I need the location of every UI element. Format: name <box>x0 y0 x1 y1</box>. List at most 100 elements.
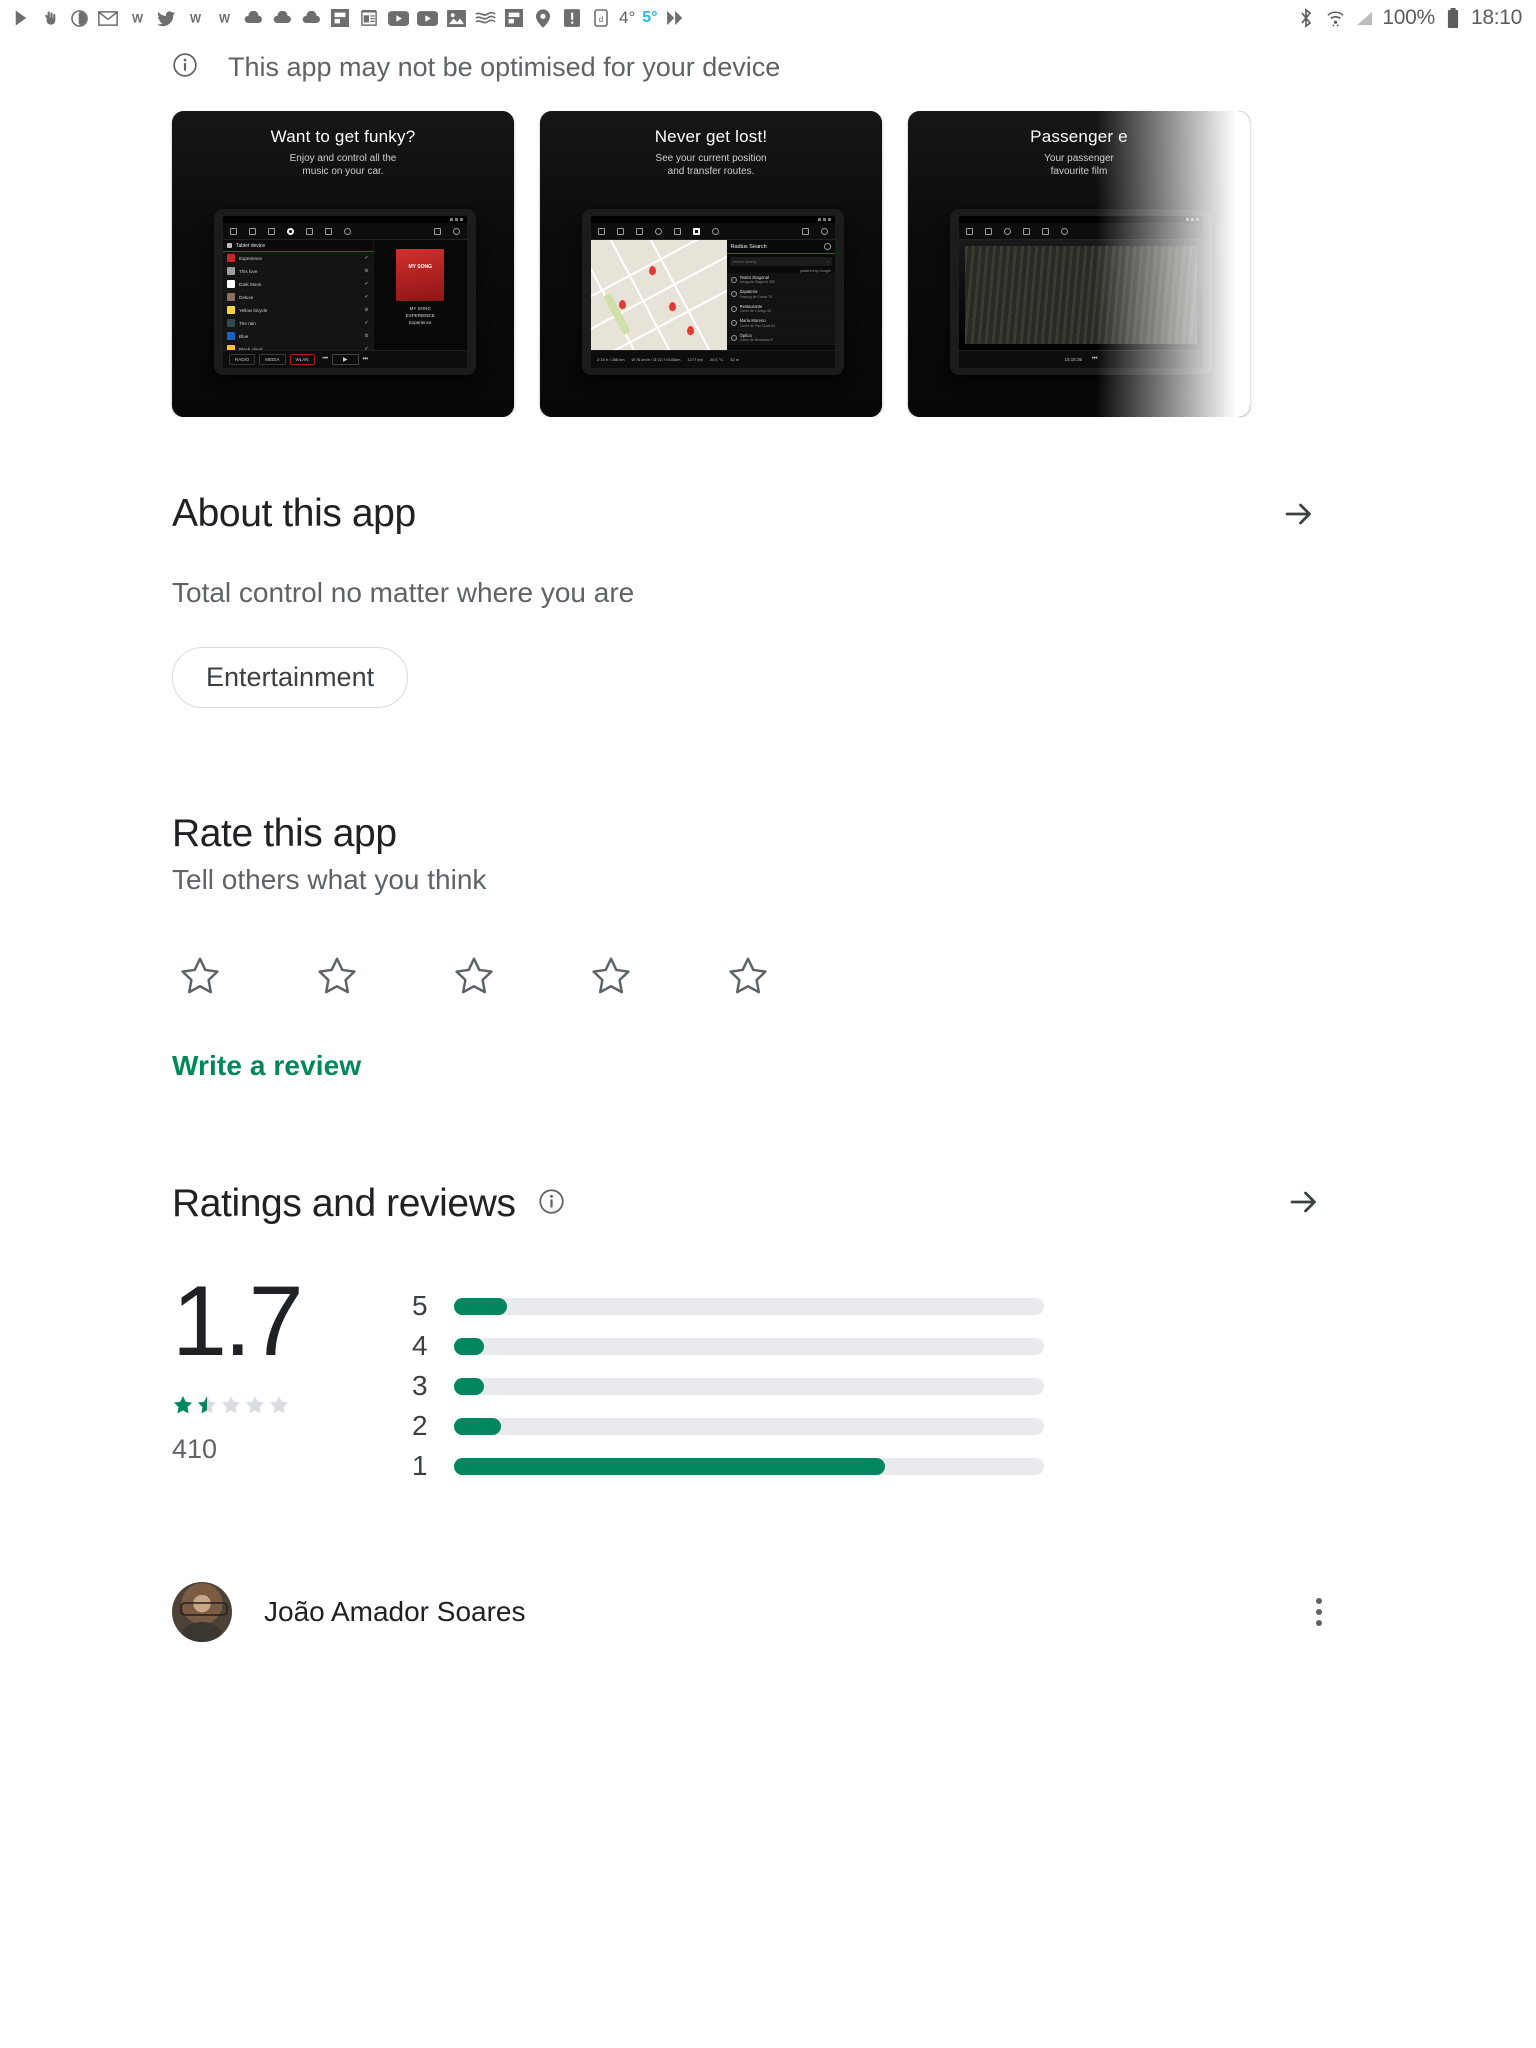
tablet-mockup-1: Tablet device Experience ✓ This love ⊙ Dar… <box>214 209 476 375</box>
svg-text:W: W <box>218 12 230 25</box>
svg-text:W: W <box>131 12 143 25</box>
histogram-track-3 <box>454 1377 1044 1395</box>
rating-star-picker[interactable] <box>172 954 1364 998</box>
arrow-right-icon[interactable] <box>1286 1184 1322 1225</box>
histogram-track-4 <box>454 1337 1044 1355</box>
location-pin-icon <box>532 7 554 29</box>
tablet-mockup-2: Radius Search search nearby × powered by … <box>582 209 844 375</box>
rating-distribution-chart: 5 4 3 2 1 <box>412 1274 1364 1486</box>
status-bar-system-icons: 100% 18:10 <box>1295 6 1522 30</box>
star-outline-icon-3[interactable] <box>452 954 496 998</box>
histogram-label-2: 2 <box>412 1410 428 1441</box>
flipboard-icon <box>329 7 351 29</box>
page-title-about: About this app <box>172 492 416 535</box>
info-icon[interactable] <box>538 1188 565 1220</box>
mock-time-label: 15:15:35 <box>1064 357 1083 362</box>
histogram-row-4: 4 <box>412 1326 1364 1366</box>
tablet-mockup-3: 15:15:35 ⏮ <box>950 209 1212 375</box>
histogram-label-3: 3 <box>412 1370 428 1401</box>
mock-map <box>591 240 727 350</box>
screenshot-carousel[interactable]: Want to get funky? Enjoy and control all… <box>0 111 1536 417</box>
screenshot-subtitle-2: See your current position and transfer ro… <box>655 153 767 177</box>
photos-icon <box>445 7 467 29</box>
mock-transport-bar: RADIO MEDIA WLAN ⏮ ▶ ⏭ <box>223 350 467 368</box>
mock-panel-title: Radius Search <box>730 243 767 250</box>
about-header-row[interactable]: About this app <box>172 491 1364 537</box>
average-score-block: 1.7 410 <box>172 1271 412 1465</box>
svg-text:W: W <box>189 12 201 25</box>
status-bar-notification-icons: W W W d 4° 5° <box>10 7 1295 29</box>
screenshot-thumbnail-1[interactable]: Want to get funky? Enjoy and control all… <box>172 111 514 417</box>
star-outline-icon-5[interactable] <box>726 954 770 998</box>
histogram-track-1 <box>454 1457 1044 1475</box>
more-vertical-icon[interactable] <box>1316 1598 1322 1626</box>
hand-gesture-icon <box>39 7 61 29</box>
news-icon <box>358 7 380 29</box>
screenshot-thumbnail-3[interactable]: Passenger e Your passenger favourite film… <box>908 111 1250 417</box>
screenshot-subtitle-3: Your passenger favourite film <box>1044 153 1114 177</box>
histogram-label-5: 5 <box>412 1290 428 1321</box>
svg-text:d: d <box>599 15 603 24</box>
average-score-stars <box>172 1394 412 1416</box>
signal-icon <box>1353 7 1375 29</box>
about-description: Total control no matter where you are <box>172 577 635 608</box>
histogram-fill-5 <box>454 1297 508 1315</box>
histogram-fill-3 <box>454 1377 484 1395</box>
arrow-right-icon[interactable] <box>1276 491 1322 537</box>
mock-media-button: MEDIA <box>259 354 286 365</box>
cloud-icon <box>242 7 264 29</box>
star-empty-icon <box>269 1396 289 1414</box>
about-this-app-section: About this app Total control no matter w… <box>0 491 1536 708</box>
histogram-label-4: 4 <box>412 1330 428 1361</box>
ratings-header-row[interactable]: Ratings and reviews <box>172 1182 1364 1226</box>
histogram-fill-4 <box>454 1337 484 1355</box>
wifi-icon <box>1324 7 1346 29</box>
cloud-icon <box>271 7 293 29</box>
clock-label: 18:10 <box>1470 6 1522 29</box>
flipboard-icon <box>503 7 525 29</box>
cloud-icon <box>300 7 322 29</box>
write-review-link[interactable]: Write a review <box>172 1050 1364 1082</box>
wordpress-icon: W <box>184 7 206 29</box>
star-outline-icon-1[interactable] <box>178 954 222 998</box>
review-item[interactable]: João Amador Soares <box>172 1582 1364 1642</box>
page-title-ratings: Ratings and reviews <box>172 1182 516 1225</box>
bluetooth-icon <box>1295 7 1317 29</box>
waves-icon <box>474 7 496 29</box>
double-chevron-icon <box>665 7 687 29</box>
star-outline-icon-2[interactable] <box>315 954 359 998</box>
screenshot-thumbnail-2[interactable]: Never get lost! See your current positio… <box>540 111 882 417</box>
screenshot-title-2: Never get lost! <box>654 127 768 146</box>
mock-album-caption: MY SONG EXPERIENCE Experience <box>405 306 435 325</box>
page-title-rate: Rate this app <box>172 812 397 855</box>
mock-device-label: Tablet device <box>236 242 266 249</box>
twitter-icon <box>155 7 177 29</box>
star-outline-icon-4[interactable] <box>589 954 633 998</box>
star-empty-icon <box>221 1396 241 1414</box>
device-compatibility-notice: This app may not be optimised for your d… <box>0 36 1536 93</box>
alert-icon <box>561 7 583 29</box>
status-bar: W W W d 4° 5° 100% 18:10 <box>0 0 1536 36</box>
mock-track-list: Tablet device Experience ✓ This love ⊙ Dar… <box>223 240 374 356</box>
histogram-track-5 <box>454 1297 1044 1315</box>
sd-card-icon: d <box>590 7 612 29</box>
mock-search-placeholder: search nearby <box>732 259 757 264</box>
battery-full-icon <box>1442 7 1464 29</box>
histogram-fill-2 <box>454 1417 502 1435</box>
rate-this-app-section: Rate this app Tell others what you think… <box>0 812 1536 1082</box>
star-filled-icon <box>173 1396 193 1414</box>
mock-radio-button: RADIO <box>229 354 256 365</box>
category-chip-entertainment[interactable]: Entertainment <box>172 647 409 708</box>
battery-percent-label: 100% <box>1382 6 1435 29</box>
mock-toolbar <box>223 223 467 240</box>
histogram-label-1: 1 <box>412 1450 428 1481</box>
reviewer-name: João Amador Soares <box>264 1596 526 1627</box>
youtube-icon <box>416 7 438 29</box>
globe-half-icon <box>68 7 90 29</box>
ratings-and-reviews-section: Ratings and reviews 1.7 410 5 4 3 2 1 Jo… <box>0 1182 1536 1642</box>
mock-wlan-button: WLAN <box>289 354 315 365</box>
rate-subtitle: Tell others what you think <box>172 864 487 895</box>
temperature-main: 4° <box>619 8 636 27</box>
avatar <box>172 1582 232 1642</box>
info-icon <box>172 52 198 83</box>
